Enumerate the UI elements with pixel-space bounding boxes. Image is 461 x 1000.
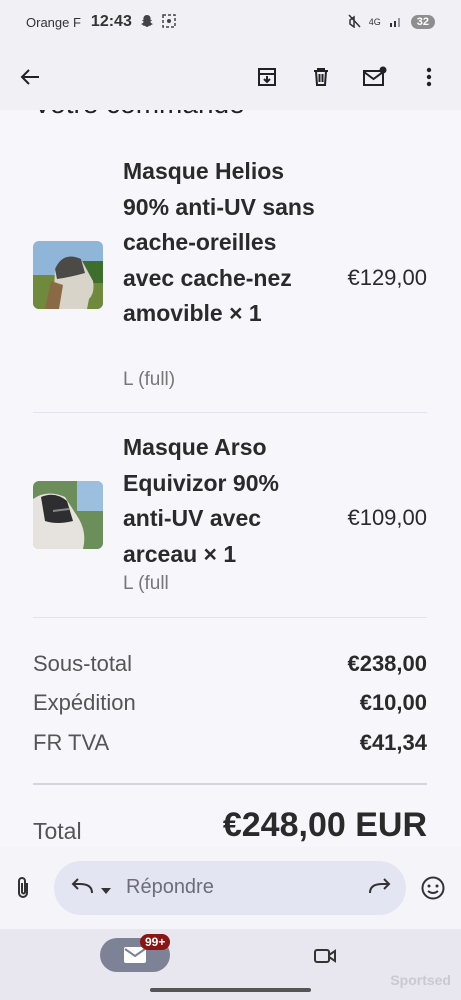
emoji-button[interactable] [420, 875, 446, 906]
battery-badge: 32 [410, 15, 435, 29]
email-toolbar [0, 44, 461, 110]
status-bar: Orange F 12:43 4G 32 [0, 0, 461, 44]
order-item: Masque Helios 90% anti-UV sans cache-ore… [33, 154, 427, 404]
reply-arrow-icon[interactable] [70, 877, 94, 902]
product-variant: L (full [123, 573, 169, 594]
reply-placeholder: Répondre [126, 876, 214, 898]
carrier-label: Orange F [26, 14, 81, 30]
product-price: €129,00 [347, 265, 427, 290]
meet-tab[interactable] [313, 946, 337, 971]
delete-button[interactable] [301, 57, 341, 97]
forward-button[interactable] [368, 877, 392, 902]
total-value: €248,00 EUR [222, 806, 427, 844]
total-label: Total [33, 818, 82, 844]
home-indicator[interactable] [150, 988, 311, 992]
product-name: Masque Arso Equivizor 90% anti-UV avec a… [123, 434, 279, 567]
signal-icon [389, 15, 403, 30]
tax-value: €41,34 [359, 730, 427, 755]
email-body[interactable]: Votre commande Masque Helios 90% anti-UV… [0, 110, 461, 847]
bottom-navigation: 99+ [0, 929, 461, 1000]
tax-label: FR TVA [33, 730, 110, 755]
mark-unread-icon [363, 66, 387, 86]
unread-badge: 99+ [140, 934, 171, 950]
shipping-value: €10,00 [359, 690, 427, 715]
mark-unread-button[interactable] [355, 57, 395, 97]
reply-bar: Répondre [0, 847, 461, 929]
attach-button[interactable] [12, 875, 34, 906]
archive-button[interactable] [247, 57, 287, 97]
clock: 12:43 [90, 13, 132, 30]
product-price: €109,00 [347, 505, 427, 530]
product-thumbnail[interactable] [33, 481, 103, 549]
archive-icon [258, 68, 276, 86]
screenshot-icon [162, 13, 176, 31]
product-variant: L (full) [123, 369, 176, 390]
snapchat-icon [140, 14, 154, 31]
network-label: 4G [368, 17, 381, 27]
product-name: Masque Helios 90% anti-UV sans cache-ore… [123, 158, 315, 326]
order-item: Masque Arso Equivizor 90% anti-UV avec a… [33, 430, 427, 600]
forward-icon [369, 878, 391, 894]
reply-input[interactable]: Répondre [54, 861, 406, 915]
subtotal-row: Sous-total €238,00 [33, 651, 427, 677]
mute-icon [347, 13, 361, 31]
back-arrow-icon [20, 69, 39, 85]
subtotal-value: €238,00 [347, 651, 427, 676]
tax-row: FR TVA €41,34 [33, 730, 427, 756]
more-icon [426, 67, 432, 87]
order-heading: Votre commande [33, 110, 245, 120]
subtotal-label: Sous-total [33, 651, 133, 676]
divider [33, 412, 427, 413]
divider [33, 783, 427, 785]
back-button[interactable] [10, 57, 50, 97]
more-options-button[interactable] [409, 57, 449, 97]
attachment-icon [18, 877, 28, 898]
divider [33, 617, 427, 618]
shipping-label: Expédition [33, 690, 136, 715]
delete-icon [314, 68, 328, 86]
emoji-icon [421, 876, 445, 900]
video-camera-icon [314, 949, 336, 963]
chevron-down-icon[interactable] [100, 883, 112, 901]
shipping-row: Expédition €10,00 [33, 690, 427, 716]
product-thumbnail[interactable] [33, 241, 103, 309]
watermark: Sportsed [390, 972, 451, 988]
